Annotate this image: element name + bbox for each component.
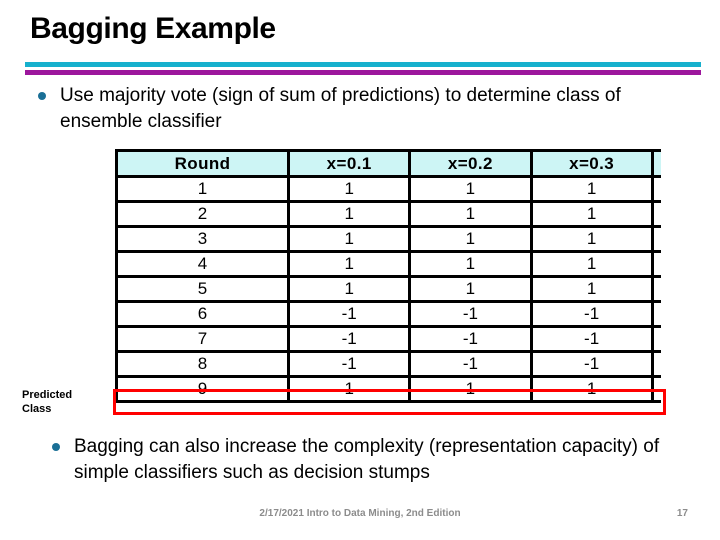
- cell-round: 6: [118, 303, 288, 325]
- cell-round: 9: [118, 378, 288, 400]
- divider-purple: [25, 70, 701, 75]
- cell-prediction: 1: [532, 378, 651, 400]
- cell-prediction: -1: [653, 228, 661, 250]
- cell-prediction: 1: [532, 228, 651, 250]
- footer-page-number: 17: [676, 508, 688, 519]
- cell-round: 3: [118, 228, 288, 250]
- cell-prediction: -1: [290, 353, 409, 375]
- cell-round: 7: [118, 328, 288, 350]
- cell-prediction: 1: [411, 228, 530, 250]
- cell-prediction: -1: [290, 328, 409, 350]
- cell-prediction: 1: [411, 203, 530, 225]
- rounds-table: Round x=0.1 x=0.2 x=0.3 x=0.4 1111-12111…: [115, 149, 661, 403]
- predicted-class-label: Predicted Class: [22, 388, 72, 416]
- table-row: 3111-1: [118, 228, 661, 250]
- cell-prediction: 1: [290, 378, 409, 400]
- divider-teal: [25, 62, 701, 67]
- cell-prediction: 1: [532, 253, 651, 275]
- column-header-x04: x=0.4: [653, 152, 661, 175]
- predicted-class-label-line1: Predicted: [22, 389, 73, 401]
- table-row: 1111-1: [118, 178, 661, 200]
- cell-prediction: -1: [532, 353, 651, 375]
- cell-prediction: 1: [411, 253, 530, 275]
- cell-prediction: 1: [290, 228, 409, 250]
- table-row: 6-1-1-1-1: [118, 303, 661, 325]
- cell-prediction: -1: [653, 328, 661, 350]
- table-row: 91111: [118, 378, 661, 400]
- predicted-class-label-line2: Class: [22, 403, 52, 415]
- column-header-x03: x=0.3: [532, 152, 651, 175]
- cell-prediction: -1: [411, 353, 530, 375]
- cell-prediction: 1: [532, 178, 651, 200]
- bullet-text-2: Bagging can also increase the complexity…: [74, 436, 660, 483]
- cell-prediction: -1: [290, 303, 409, 325]
- cell-prediction: 1: [290, 203, 409, 225]
- bullet-dot-icon: [38, 92, 46, 100]
- cell-prediction: 1: [411, 178, 530, 200]
- cell-prediction: 1: [532, 278, 651, 300]
- rounds-table-body: 1111-1211113111-14111-15111-16-1-1-1-17-…: [118, 178, 661, 400]
- cell-prediction: 1: [290, 278, 409, 300]
- cell-prediction: -1: [653, 278, 661, 300]
- table-row: 4111-1: [118, 253, 661, 275]
- cell-round: 4: [118, 253, 288, 275]
- page-title: Bagging Example: [30, 12, 276, 45]
- cell-prediction: -1: [532, 303, 651, 325]
- cell-prediction: -1: [653, 353, 661, 375]
- table-row: 8-1-1-1-1: [118, 353, 661, 375]
- cell-prediction: 1: [290, 253, 409, 275]
- cell-round: 2: [118, 203, 288, 225]
- cell-prediction: -1: [532, 328, 651, 350]
- table-row: 5111-1: [118, 278, 661, 300]
- bullet-item-1: Use majority vote (sign of sum of predic…: [38, 83, 698, 135]
- cell-prediction: -1: [411, 303, 530, 325]
- column-header-x02: x=0.2: [411, 152, 530, 175]
- cell-prediction: -1: [653, 178, 661, 200]
- bullet-text-1: Use majority vote (sign of sum of predic…: [60, 85, 621, 132]
- cell-prediction: 1: [411, 378, 530, 400]
- cell-prediction: 1: [411, 278, 530, 300]
- footer-text: 2/17/2021 Intro to Data Mining, 2nd Edit…: [259, 508, 461, 519]
- column-header-round: Round: [118, 152, 288, 175]
- rounds-table-container: Round x=0.1 x=0.2 x=0.3 x=0.4 1111-12111…: [115, 149, 661, 415]
- cell-prediction: 1: [653, 378, 661, 400]
- bullet-dot-icon: [52, 443, 60, 451]
- cell-prediction: -1: [411, 328, 530, 350]
- cell-round: 5: [118, 278, 288, 300]
- cell-round: 1: [118, 178, 288, 200]
- cell-prediction: -1: [653, 303, 661, 325]
- cell-prediction: 1: [290, 178, 409, 200]
- column-header-x01: x=0.1: [290, 152, 409, 175]
- cell-prediction: 1: [532, 203, 651, 225]
- table-row: 21111: [118, 203, 661, 225]
- table-row: 7-1-1-1-1: [118, 328, 661, 350]
- cell-prediction: 1: [653, 203, 661, 225]
- cell-round: 8: [118, 353, 288, 375]
- bullet-item-2: Bagging can also increase the complexity…: [52, 434, 702, 486]
- cell-prediction: -1: [653, 253, 661, 275]
- table-header-row: Round x=0.1 x=0.2 x=0.3 x=0.4: [118, 152, 661, 175]
